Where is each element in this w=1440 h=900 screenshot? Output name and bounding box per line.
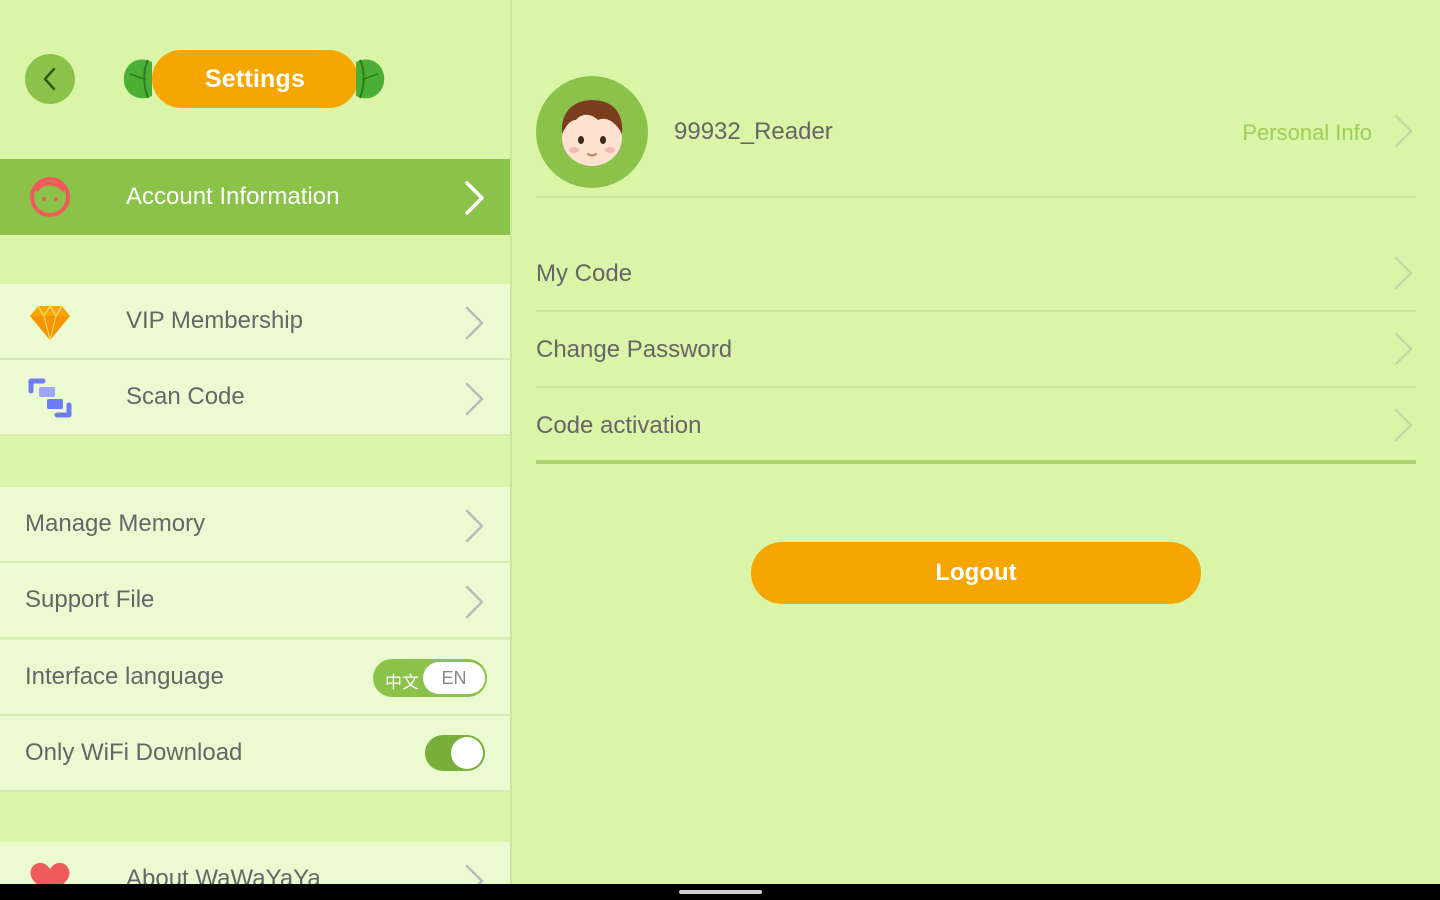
sidebar-item-account-information[interactable]: Account Information (0, 159, 510, 235)
sidebar-item-label: Scan Code (126, 383, 245, 410)
scan-icon (26, 376, 74, 420)
switch-knob (451, 737, 483, 769)
sidebar-item-scan-code[interactable]: Scan Code (0, 360, 510, 436)
sidebar-item-wifi-download: Only WiFi Download (0, 716, 510, 792)
my-code-label: My Code (536, 260, 633, 287)
sidebar-item-label: About WaWaYaYa (126, 865, 321, 884)
account-panel: 99932_Reader Personal Info My Code Chang… (512, 0, 1440, 884)
chevron-right-icon (465, 864, 484, 884)
chevron-left-icon (43, 67, 56, 91)
avatar (536, 76, 648, 188)
sidebar-item-interface-language: Interface language 中文 EN (0, 640, 510, 716)
language-option-english[interactable]: EN (423, 662, 485, 694)
sidebar-item-label: Account Information (126, 183, 340, 210)
code-activation-label: Code activation (536, 412, 702, 439)
home-gesture-handle[interactable] (679, 890, 762, 894)
username: 99932_Reader (674, 118, 833, 145)
profile-row[interactable]: 99932_Reader Personal Info (536, 70, 1416, 198)
sidebar-item-vip-membership[interactable]: VIP Membership (0, 284, 510, 360)
wifi-download-switch[interactable] (425, 735, 485, 771)
boy-face-icon (561, 100, 623, 166)
chevron-right-icon (465, 509, 484, 543)
sidebar-header: Settings (0, 0, 510, 158)
sidebar: Settings Account Information VIP Members… (0, 0, 512, 884)
screen: Settings Account Information VIP Members… (0, 0, 1440, 884)
code-activation-row[interactable]: Code activation (536, 388, 1416, 464)
my-code-row[interactable]: My Code (536, 236, 1416, 312)
page-title-badge: Settings (118, 48, 390, 110)
personal-info-link[interactable]: Personal Info (1242, 120, 1372, 146)
sidebar-item-label: VIP Membership (126, 307, 303, 334)
chevron-right-icon (1394, 332, 1413, 366)
logout-button[interactable]: Logout (751, 542, 1201, 604)
chevron-right-icon (465, 181, 484, 215)
sidebar-item-label: Manage Memory (25, 510, 206, 537)
chevron-right-icon (465, 306, 484, 340)
sidebar-item-label: Only WiFi Download (25, 739, 243, 766)
language-toggle[interactable]: 中文 EN (373, 659, 487, 697)
back-button[interactable] (25, 54, 75, 104)
leaf-right-icon (356, 59, 385, 99)
diamond-icon (26, 300, 74, 344)
chevron-right-icon (465, 585, 484, 619)
chevron-right-icon (1394, 256, 1413, 290)
sidebar-item-support-file[interactable]: Support File (0, 563, 510, 639)
page-title: Settings (152, 50, 358, 108)
chevron-right-icon (1394, 114, 1413, 148)
sidebar-item-manage-memory[interactable]: Manage Memory (0, 487, 510, 563)
sidebar-item-about[interactable]: About WaWaYaYa (0, 842, 510, 884)
change-password-row[interactable]: Change Password (536, 312, 1416, 388)
chevron-right-icon (465, 382, 484, 416)
face-icon (26, 175, 74, 219)
language-option-chinese[interactable]: 中文 (385, 668, 419, 693)
system-nav-bar (0, 884, 1440, 900)
heart-icon (26, 858, 74, 884)
chevron-right-icon (1394, 408, 1413, 442)
sidebar-item-label: Support File (25, 586, 155, 613)
sidebar-item-label: Interface language (25, 663, 224, 690)
change-password-label: Change Password (536, 336, 733, 363)
